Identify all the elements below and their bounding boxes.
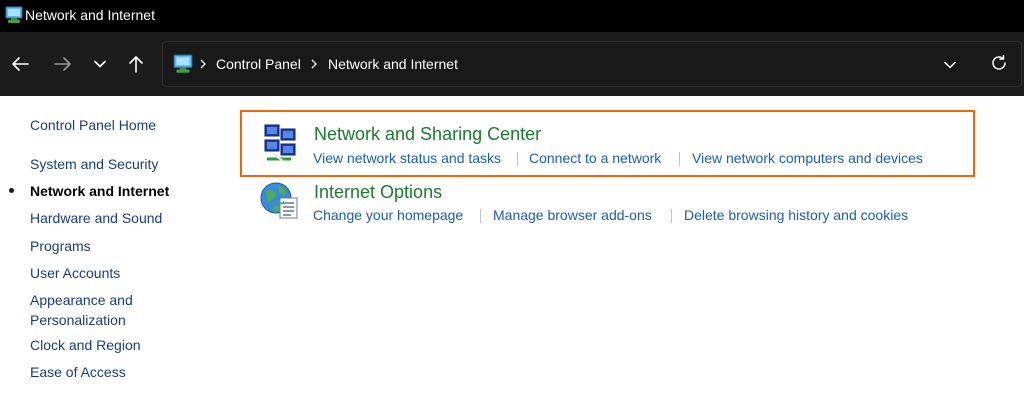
address-dropdown-button[interactable] bbox=[939, 56, 961, 74]
window-title: Network and Internet bbox=[25, 7, 155, 23]
breadcrumb-control-panel[interactable]: Control Panel bbox=[216, 56, 301, 72]
arrow-right-icon bbox=[54, 56, 72, 72]
title-bar: Network and Internet bbox=[0, 0, 1024, 32]
breadcrumb-network-and-internet[interactable]: Network and Internet bbox=[328, 56, 458, 72]
task-separator bbox=[679, 152, 680, 166]
sidebar-item-user-accounts[interactable]: User Accounts bbox=[30, 263, 120, 283]
refresh-icon bbox=[990, 54, 1008, 77]
back-button[interactable] bbox=[6, 50, 34, 78]
control-panel-icon bbox=[4, 5, 24, 25]
connect-to-network-link[interactable]: Connect to a network bbox=[529, 150, 661, 166]
network-sharing-icon[interactable] bbox=[261, 123, 301, 163]
address-bar[interactable]: Control Panel Network and Internet bbox=[162, 41, 1022, 87]
up-button[interactable] bbox=[122, 50, 150, 78]
arrow-left-icon bbox=[11, 56, 29, 72]
sidebar-item-ease-of-access[interactable]: Ease of Access bbox=[30, 362, 126, 382]
sidebar-item-network-and-internet: Network and Internet bbox=[30, 183, 170, 199]
task-separator bbox=[671, 209, 672, 223]
arrow-up-icon bbox=[128, 55, 144, 73]
recent-locations-button[interactable] bbox=[86, 50, 114, 78]
task-separator bbox=[517, 152, 518, 166]
current-item-bullet bbox=[9, 188, 14, 193]
control-panel-icon bbox=[172, 53, 194, 75]
manage-browser-addons-link[interactable]: Manage browser add-ons bbox=[493, 207, 652, 223]
sidebar-item-appearance-and-personalization[interactable]: Appearance and bbox=[30, 290, 133, 310]
forward-button[interactable] bbox=[49, 50, 77, 78]
view-network-status-link[interactable]: View network status and tasks bbox=[313, 150, 501, 166]
sidebar-item-hardware-and-sound[interactable]: Hardware and Sound bbox=[30, 208, 162, 228]
view-network-computers-link[interactable]: View network computers and devices bbox=[692, 150, 923, 166]
navigation-bar: Control Panel Network and Internet bbox=[0, 32, 1024, 96]
category-internet-options: Internet Options Change your homepage Ma… bbox=[240, 178, 975, 228]
sidebar: Control Panel Home System and Security N… bbox=[0, 96, 230, 402]
network-and-sharing-center-link[interactable]: Network and Sharing Center bbox=[314, 124, 541, 145]
delete-browsing-history-link[interactable]: Delete browsing history and cookies bbox=[684, 207, 908, 223]
sidebar-item-system-and-security[interactable]: System and Security bbox=[30, 154, 158, 174]
task-separator bbox=[480, 209, 481, 223]
breadcrumb-separator-icon[interactable] bbox=[198, 55, 208, 73]
sidebar-item-appearance-and-personalization-line2[interactable]: Personalization bbox=[30, 310, 126, 330]
change-homepage-link[interactable]: Change your homepage bbox=[313, 207, 463, 223]
sidebar-control-panel-home[interactable]: Control Panel Home bbox=[30, 115, 156, 135]
refresh-button[interactable] bbox=[987, 53, 1011, 77]
breadcrumb-separator-icon[interactable] bbox=[309, 55, 319, 73]
chevron-down-icon bbox=[94, 60, 106, 68]
internet-options-link[interactable]: Internet Options bbox=[314, 182, 442, 203]
sidebar-item-programs[interactable]: Programs bbox=[30, 236, 91, 256]
internet-options-globe-icon[interactable] bbox=[260, 180, 300, 220]
sidebar-item-clock-and-region[interactable]: Clock and Region bbox=[30, 335, 141, 355]
chevron-down-icon bbox=[944, 56, 956, 74]
category-network-and-sharing-center: Network and Sharing Center View network … bbox=[240, 110, 975, 177]
